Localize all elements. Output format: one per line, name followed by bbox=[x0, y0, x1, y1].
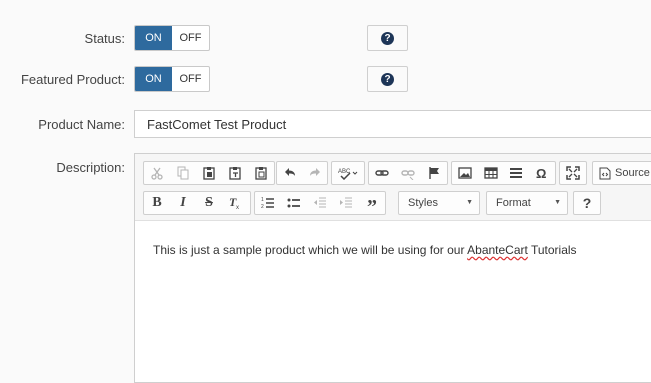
link-icon[interactable] bbox=[369, 162, 395, 184]
insert-group: Ω bbox=[451, 161, 556, 185]
editor-toolbar: ABC Ω Source B I S T x 1 2 ” Styles ▼ Fo… bbox=[135, 154, 651, 221]
remove-format-icon[interactable]: Tx bbox=[222, 192, 248, 214]
increase-indent-icon[interactable] bbox=[333, 192, 359, 214]
source-icon bbox=[599, 167, 611, 179]
special-char-icon[interactable]: Ω bbox=[529, 162, 555, 184]
cut-icon[interactable] bbox=[144, 162, 170, 184]
spellcheck-icon[interactable]: ABC bbox=[332, 162, 364, 184]
spellcheck-group: ABC bbox=[331, 161, 365, 185]
source-button[interactable]: Source bbox=[592, 161, 651, 185]
question-icon: ? bbox=[381, 31, 394, 45]
redo-icon[interactable] bbox=[302, 162, 327, 184]
featured-off[interactable]: OFF bbox=[172, 67, 209, 91]
format-label: Format bbox=[496, 197, 531, 209]
blockquote-icon[interactable]: ” bbox=[359, 188, 385, 218]
product-name-input[interactable] bbox=[134, 110, 651, 138]
question-icon: ? bbox=[381, 72, 394, 86]
paste-icon[interactable] bbox=[196, 162, 222, 184]
numbered-list-icon[interactable]: 12 bbox=[255, 192, 281, 214]
styles-label: Styles bbox=[408, 197, 438, 209]
anchor-flag-icon[interactable] bbox=[421, 162, 447, 184]
list-group: 12 ” bbox=[254, 188, 386, 218]
featured-product-toggle[interactable]: ON OFF bbox=[134, 66, 210, 92]
svg-text:2: 2 bbox=[261, 204, 264, 210]
featured-on[interactable]: ON bbox=[135, 67, 172, 91]
styles-dropdown[interactable]: Styles ▼ bbox=[398, 191, 480, 215]
basic-styles-group: B I S Tx bbox=[143, 191, 251, 215]
clipboard-group bbox=[143, 161, 275, 185]
status-toggle[interactable]: ON OFF bbox=[134, 25, 210, 51]
table-icon[interactable] bbox=[478, 162, 504, 184]
image-icon[interactable] bbox=[452, 162, 478, 184]
svg-text:1: 1 bbox=[261, 197, 264, 203]
decrease-indent-icon[interactable] bbox=[307, 192, 333, 214]
bulleted-list-icon[interactable] bbox=[281, 192, 307, 214]
italic-icon[interactable]: I bbox=[170, 192, 196, 214]
unlink-icon[interactable] bbox=[395, 162, 421, 184]
chevron-down-icon: ▼ bbox=[554, 199, 561, 206]
maximize-icon[interactable] bbox=[560, 162, 586, 184]
maximize-group bbox=[559, 161, 587, 185]
svg-text:Ω: Ω bbox=[536, 166, 546, 180]
status-label: Status: bbox=[84, 31, 125, 46]
description-label: Description: bbox=[56, 160, 125, 175]
editor-content[interactable]: This is just a sample product which we w… bbox=[153, 243, 577, 257]
chevron-down-icon: ▼ bbox=[466, 199, 473, 206]
product-name-label: Product Name: bbox=[38, 117, 125, 132]
help-icon: ? bbox=[582, 195, 592, 211]
featured-help-button[interactable]: ? bbox=[367, 66, 408, 92]
description-editor[interactable]: ABC Ω Source B I S T x 1 2 ” Styles ▼ Fo… bbox=[134, 153, 651, 383]
status-off[interactable]: OFF bbox=[172, 26, 209, 50]
strikethrough-icon[interactable]: S bbox=[196, 192, 222, 214]
format-dropdown[interactable]: Format ▼ bbox=[486, 191, 568, 215]
misspelled-word: AbanteCart bbox=[467, 243, 528, 257]
link-group bbox=[368, 161, 448, 185]
status-on[interactable]: ON bbox=[135, 26, 172, 50]
status-help-button[interactable]: ? bbox=[367, 25, 408, 51]
svg-text:x: x bbox=[236, 205, 239, 210]
paste-text-icon[interactable] bbox=[222, 162, 248, 184]
source-label: Source bbox=[615, 167, 650, 179]
editor-help-button[interactable]: ? bbox=[573, 191, 601, 215]
copy-icon[interactable] bbox=[170, 162, 196, 184]
undo-group bbox=[276, 161, 328, 185]
content-text: This is just a sample product which we w… bbox=[153, 243, 468, 257]
horizontal-line-icon[interactable] bbox=[504, 162, 530, 184]
undo-icon[interactable] bbox=[277, 162, 302, 184]
bold-icon[interactable]: B bbox=[144, 192, 170, 214]
content-text-end: Tutorials bbox=[527, 243, 577, 257]
featured-product-label: Featured Product: bbox=[20, 72, 125, 87]
paste-word-icon[interactable] bbox=[248, 162, 274, 184]
